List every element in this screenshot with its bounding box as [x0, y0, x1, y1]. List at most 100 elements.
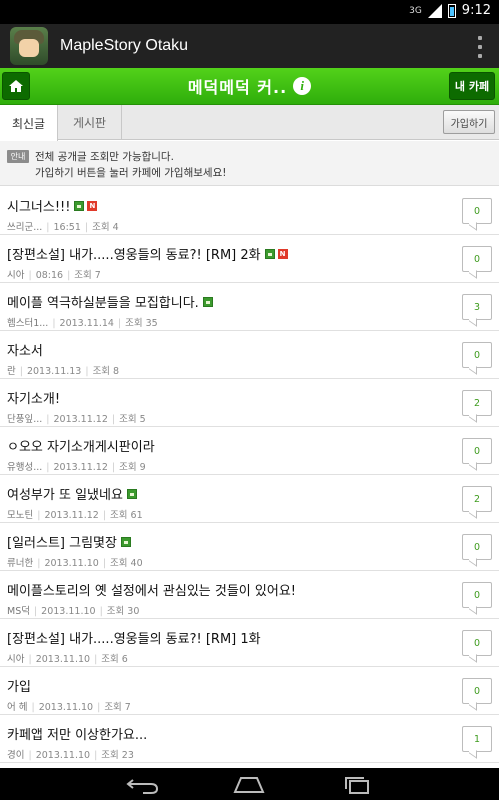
post-date: 2013.11.10: [35, 750, 91, 761]
post-date: 08:16: [35, 270, 64, 281]
post-date: 2013.11.14: [59, 318, 114, 329]
post-meta: 시아 | 08:16 | 조회 7: [7, 267, 101, 281]
post-row[interactable]: 자기소개! 단풍잎... | 2013.11.12 | 조회 52: [0, 379, 499, 427]
meta-separator: |: [33, 606, 38, 617]
meta-separator: |: [28, 270, 32, 281]
back-icon[interactable]: [125, 776, 161, 794]
post-date: 2013.11.12: [53, 414, 108, 425]
overflow-menu-icon[interactable]: [477, 36, 483, 58]
meta-separator: |: [99, 606, 103, 617]
tab-board[interactable]: 게시판: [58, 105, 122, 140]
new-badge-icon: N: [87, 200, 98, 211]
comment-count-button[interactable]: 0: [462, 438, 492, 464]
comment-count-button[interactable]: 0: [462, 630, 492, 656]
post-views: 조회 40: [110, 558, 143, 569]
home-button[interactable]: [2, 72, 30, 100]
info-icon[interactable]: i: [293, 77, 312, 95]
post-author: 시아: [7, 654, 25, 665]
battery-icon: [447, 3, 456, 18]
meta-separator: |: [84, 222, 89, 233]
post-title: 여성부가 또 일냈네요: [7, 484, 137, 503]
comment-count-button[interactable]: 0: [462, 678, 492, 704]
meta-separator: |: [37, 558, 41, 569]
post-meta: 어 헤 | 2013.11.10 | 조회 7: [7, 699, 131, 713]
meta-separator: |: [37, 510, 41, 521]
post-title-text: 메이플 역극하실분들을 모집합니다.: [7, 296, 199, 311]
post-row[interactable]: ㅇ오오 자기소개게시판이라 유행성... | 2013.11.12 | 조회 90: [0, 427, 499, 475]
post-meta: 헴스터1... | 2013.11.14 | 조회 35: [7, 315, 158, 329]
post-meta: 모노틴 | 2013.11.12 | 조회 61: [7, 507, 143, 521]
post-row[interactable]: 자소서 란 | 2013.11.13 | 조회 80: [0, 331, 499, 379]
post-title: 메이플스토리의 옛 설정에서 관심있는 것들이 있어요!: [7, 580, 296, 599]
post-row[interactable]: 여성부가 또 일냈네요모노틴 | 2013.11.12 | 조회 61 2: [0, 475, 499, 523]
post-author: MS덕: [7, 606, 30, 617]
meta-separator: |: [46, 414, 50, 425]
post-row[interactable]: 카페앱 저만 이상한가요... 경이 | 2013.11.10 | 조회 23 1: [0, 715, 499, 763]
comment-count-button[interactable]: 0: [462, 342, 492, 368]
post-title-text: 자기소개!: [7, 392, 61, 407]
post-meta: 류너한 | 2013.11.10 | 조회 40: [7, 555, 143, 569]
post-title-text: 가입: [7, 680, 31, 695]
comment-count-button[interactable]: 0: [462, 582, 492, 608]
post-row[interactable]: 메이플스토리의 옛 설정에서 관심있는 것들이 있어요! MS덕 | 2013.11.…: [0, 571, 499, 619]
post-date: 2013.11.10: [44, 558, 99, 569]
cafe-title[interactable]: 메덕메덕 커..: [188, 74, 287, 98]
meta-separator: |: [46, 462, 50, 473]
meta-separator: |: [85, 366, 89, 377]
app-title: MapleStory Otaku: [60, 37, 189, 54]
post-title: 시그너스!!! N: [7, 196, 98, 215]
tab-latest[interactable]: 최신글: [0, 105, 58, 141]
post-title-text: [일러스트] 그림몇장: [7, 536, 117, 551]
comment-count-button[interactable]: 2: [462, 390, 492, 416]
meta-separator: |: [52, 318, 56, 329]
post-row[interactable]: 시그너스!!! N 쓰리군... | 16:51 | 조회 40: [0, 187, 499, 235]
action-bar: MapleStory Otaku: [0, 24, 499, 68]
post-date: 2013.11.10: [35, 654, 91, 665]
my-cafe-button[interactable]: 내 카페: [449, 72, 495, 100]
comment-count-button[interactable]: 0: [462, 246, 492, 272]
notice-line: 전체 공개글 조회만 가능합니다.: [35, 151, 174, 163]
comment-count-button[interactable]: 1: [462, 726, 492, 752]
comment-count-button[interactable]: 0: [462, 534, 492, 560]
home-icon: [9, 80, 23, 92]
app-icon[interactable]: [10, 27, 48, 65]
join-button[interactable]: 가입하기: [443, 110, 495, 134]
home-nav-icon[interactable]: [231, 776, 267, 794]
tab-row: 최신글 게시판 가입하기: [0, 105, 499, 141]
post-views: 조회 6: [101, 654, 128, 665]
post-title-text: ㅇ오오 자기소개게시판이라: [7, 440, 155, 455]
comment-count-button[interactable]: 2: [462, 486, 492, 512]
post-row[interactable]: [일러스트] 그림몇장 류너한 | 2013.11.10 | 조회 40 0: [0, 523, 499, 571]
post-author: 경이: [7, 750, 25, 761]
post-row[interactable]: [장편소설] 내가.....영웅들의 동료?! [RM] 2화 N 시아 | 08:16…: [0, 235, 499, 283]
post-title-text: 자소서: [7, 344, 43, 359]
post-views: 조회 7: [74, 270, 101, 281]
post-title: 메이플 역극하실분들을 모집합니다.: [7, 292, 213, 311]
image-attachment-icon: [126, 488, 137, 499]
image-attachment-icon: [202, 296, 213, 307]
post-views: 조회 23: [101, 750, 134, 761]
status-bar: 3G 9:12: [0, 0, 499, 24]
post-row[interactable]: 가입어 헤 | 2013.11.10 | 조회 7 0: [0, 667, 499, 715]
meta-separator: |: [46, 222, 50, 233]
post-row[interactable]: [장편소설] 내가.....영웅들의 동료?! [RM] 1화 시아 | 2013.1…: [0, 619, 499, 667]
signal-icon: [427, 3, 442, 18]
post-title: [일러스트] 그림몇장: [7, 532, 131, 551]
notice-line: 가입하기 버튼을 눌러 카페에 가입해보세요!: [35, 167, 227, 179]
post-views: 조회 9: [119, 462, 146, 473]
post-author: 란: [7, 366, 16, 377]
post-author: 헴스터1...: [7, 318, 49, 329]
post-meta: 경이 | 2013.11.10 | 조회 23: [7, 747, 134, 761]
post-author: 단풍잎...: [7, 414, 43, 425]
comment-count-button[interactable]: 0: [462, 198, 492, 224]
post-date: 2013.11.13: [26, 366, 82, 377]
recent-apps-icon[interactable]: [340, 776, 376, 794]
meta-separator: |: [28, 750, 32, 761]
post-author: 어 헤: [7, 702, 28, 713]
post-views: 조회 8: [92, 366, 120, 377]
post-meta: 시아 | 2013.11.10 | 조회 6: [7, 651, 128, 665]
comment-count-button[interactable]: 3: [462, 294, 492, 320]
meta-separator: |: [67, 270, 71, 281]
post-title-text: 카페앱 저만 이상한가요...: [7, 728, 148, 743]
post-row[interactable]: 메이플 역극하실분들을 모집합니다. 헴스터1... | 2013.11.14 | 조회 …: [0, 283, 499, 331]
